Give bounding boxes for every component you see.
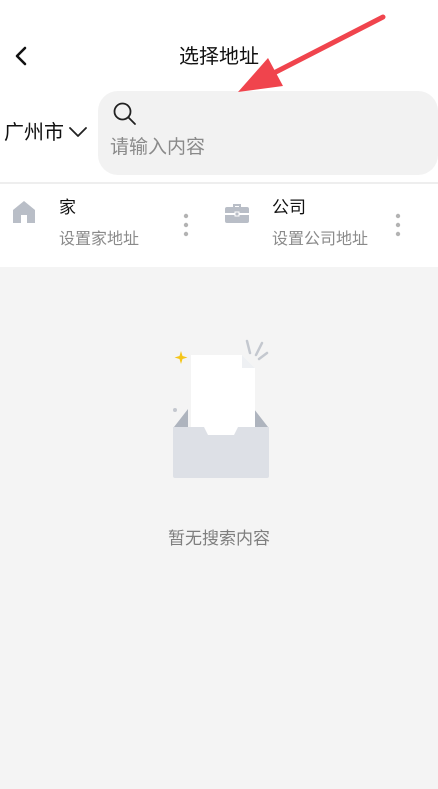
search-box[interactable] — [98, 91, 438, 175]
more-vertical-icon[interactable] — [392, 212, 404, 238]
home-subtitle: 设置家地址 — [59, 229, 140, 248]
empty-state-text: 暂无搜索内容 — [168, 529, 270, 549]
search-icon — [113, 102, 136, 125]
search-input[interactable] — [110, 131, 410, 163]
home-title: 家 — [59, 198, 76, 218]
more-vertical-icon[interactable] — [180, 212, 192, 238]
page-title: 选择地址 — [179, 44, 259, 68]
back-button[interactable] — [4, 38, 38, 74]
home-icon — [13, 201, 35, 223]
chevron-left-icon — [15, 46, 27, 66]
company-address-item[interactable]: 公司 设置公司地址 — [219, 184, 438, 267]
chevron-down-icon — [68, 126, 88, 138]
company-title: 公司 — [272, 198, 306, 218]
header-panel: 选择地址 广州市 — [0, 0, 438, 182]
city-selector[interactable]: 广州市 — [4, 114, 88, 150]
home-address-item[interactable]: 家 设置家地址 — [0, 184, 219, 267]
company-subtitle: 设置公司地址 — [272, 229, 369, 248]
city-label: 广州市 — [4, 120, 64, 144]
briefcase-icon — [225, 204, 249, 223]
quick-address-row: 家 设置家地址 公司 设置公司地址 — [0, 184, 438, 267]
empty-inbox-illustration — [173, 339, 269, 478]
